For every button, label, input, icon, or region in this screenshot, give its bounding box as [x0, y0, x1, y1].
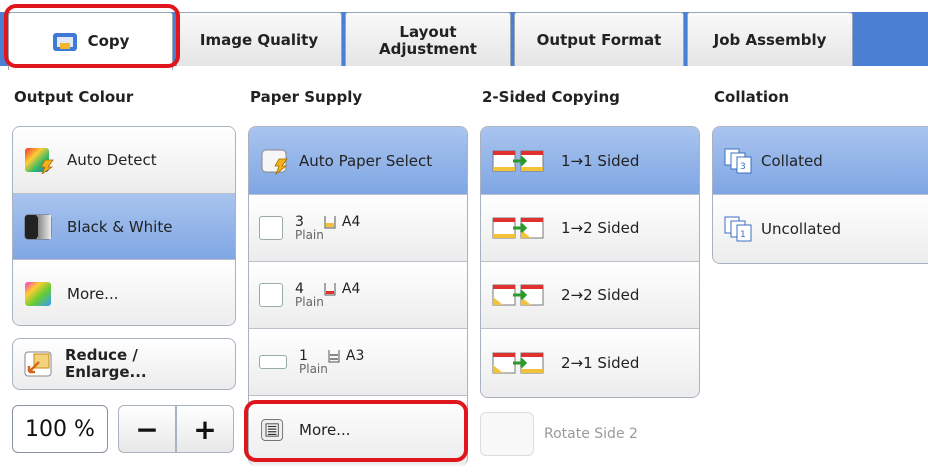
tray-paper-type: Plain — [299, 362, 328, 376]
tray-paper-type: Plain — [295, 228, 324, 242]
paper-supply-group: Auto Paper Select 3 Plain A4 4 Plain A4 … — [248, 126, 468, 466]
copy-icon — [52, 32, 77, 51]
colour-more-button[interactable]: More... — [13, 260, 235, 325]
collation-group: 3 Collated 1 Uncollated — [712, 126, 928, 264]
tab-label: Copy — [87, 32, 130, 50]
tab-layout-adjustment[interactable]: Layout Adjustment — [345, 12, 511, 68]
tray-paper-type: Plain — [295, 295, 324, 309]
uncollated-label: Uncollated — [761, 220, 842, 238]
tab-label: Output Format — [536, 31, 662, 49]
paper-more-label: More... — [299, 421, 351, 439]
paper-level-icon — [324, 216, 336, 229]
two-to-two-sided-icon — [492, 284, 544, 306]
tray-paper-size: A4 — [341, 214, 361, 230]
zoom-minus-button[interactable]: − — [118, 405, 176, 453]
paper-more-button[interactable]: More... — [249, 396, 467, 464]
rotate-side-2-label: Rotate Side 2 — [544, 426, 638, 442]
one-to-one-sided-icon — [492, 150, 544, 171]
tray-4-button[interactable]: 4 Plain A4 — [249, 262, 467, 329]
one-to-one-sided-button[interactable]: 1→1 Sided — [481, 127, 699, 195]
collated-button[interactable]: 3 Collated — [713, 127, 928, 195]
tray-1-button[interactable]: 1 Plain A3 — [249, 329, 467, 396]
tab-output-format[interactable]: Output Format — [514, 12, 684, 68]
auto-paper-select-label: Auto Paper Select — [299, 151, 433, 170]
reduce-enlarge-button[interactable]: Reduce / Enlarge... — [12, 338, 236, 390]
paper-tray-icon — [259, 355, 287, 369]
one-to-two-label: 1→2 Sided — [561, 219, 640, 237]
tab-job-assembly[interactable]: Job Assembly — [687, 12, 853, 68]
paper-level-icon — [324, 283, 336, 296]
tab-label: Layout Adjustment — [379, 22, 477, 58]
two-to-one-label: 2→1 Sided — [561, 354, 640, 372]
colour-more-label: More... — [67, 284, 119, 303]
minus-icon: − — [135, 412, 159, 446]
reduce-enlarge-label: Reduce / Enlarge... — [65, 346, 147, 381]
collated-icon: 3 — [724, 148, 752, 173]
black-white-icon — [24, 214, 52, 239]
tray-paper-size: A4 — [341, 281, 361, 297]
auto-paper-icon — [261, 149, 288, 175]
tray-number: 1 — [299, 348, 308, 364]
black-white-label: Black & White — [67, 217, 173, 236]
paper-tray-icon — [259, 216, 283, 240]
one-to-two-sided-icon — [492, 217, 544, 239]
tray-number: 3 — [295, 214, 304, 230]
rotate-side-2-button: Rotate Side 2 — [480, 410, 700, 458]
colour-palette-icon — [25, 281, 51, 306]
svg-text:1: 1 — [740, 230, 746, 240]
two-to-two-label: 2→2 Sided — [561, 286, 640, 304]
paper-supply-title: Paper Supply — [250, 88, 363, 106]
two-sided-title: 2-Sided Copying — [482, 88, 620, 106]
two-sided-group: 1→1 Sided 1→2 Sided 2→2 Sided 2→1 Sided — [480, 126, 700, 398]
tab-copy[interactable]: Copy — [8, 12, 173, 70]
output-colour-group: Auto Detect Black & White More... — [12, 126, 236, 326]
rotate-checkbox — [480, 412, 534, 456]
auto-paper-select-button[interactable]: Auto Paper Select — [249, 127, 467, 195]
paper-list-icon — [261, 419, 284, 441]
tray-3-button[interactable]: 3 Plain A4 — [249, 195, 467, 262]
copy-settings-panel: Output Colour Auto Detect Black & White — [0, 66, 928, 472]
tab-label: Job Assembly — [713, 31, 827, 49]
tab-label: Image Quality — [199, 31, 319, 49]
two-to-two-sided-button[interactable]: 2→2 Sided — [481, 262, 699, 329]
paper-level-icon — [328, 350, 340, 363]
svg-text:3: 3 — [740, 162, 746, 172]
uncollated-button[interactable]: 1 Uncollated — [713, 195, 928, 263]
tab-bar: Copy Image Quality Layout Adjustment Out… — [0, 0, 928, 70]
paper-tray-icon — [259, 283, 283, 307]
zoom-value-field[interactable]: 100 % — [12, 405, 108, 453]
tray-number: 4 — [295, 281, 304, 297]
collation-title: Collation — [714, 88, 790, 106]
one-to-one-label: 1→1 Sided — [561, 151, 640, 170]
output-colour-title: Output Colour — [14, 88, 134, 106]
one-to-two-sided-button[interactable]: 1→2 Sided — [481, 195, 699, 262]
tab-image-quality[interactable]: Image Quality — [176, 12, 342, 68]
zoom-plus-button[interactable]: + — [176, 405, 234, 453]
plus-icon: + — [193, 412, 217, 446]
two-to-one-sided-button[interactable]: 2→1 Sided — [481, 329, 699, 397]
tray-paper-size: A3 — [345, 348, 365, 364]
reduce-enlarge-icon — [24, 351, 52, 377]
collated-label: Collated — [761, 151, 823, 170]
auto-colour-icon — [25, 148, 54, 174]
black-white-button[interactable]: Black & White — [13, 194, 235, 260]
auto-detect-button[interactable]: Auto Detect — [13, 127, 235, 194]
zoom-value: 100 % — [25, 416, 95, 442]
uncollated-icon: 1 — [724, 216, 752, 242]
auto-detect-label: Auto Detect — [67, 151, 157, 169]
two-to-one-sided-icon — [492, 352, 544, 374]
